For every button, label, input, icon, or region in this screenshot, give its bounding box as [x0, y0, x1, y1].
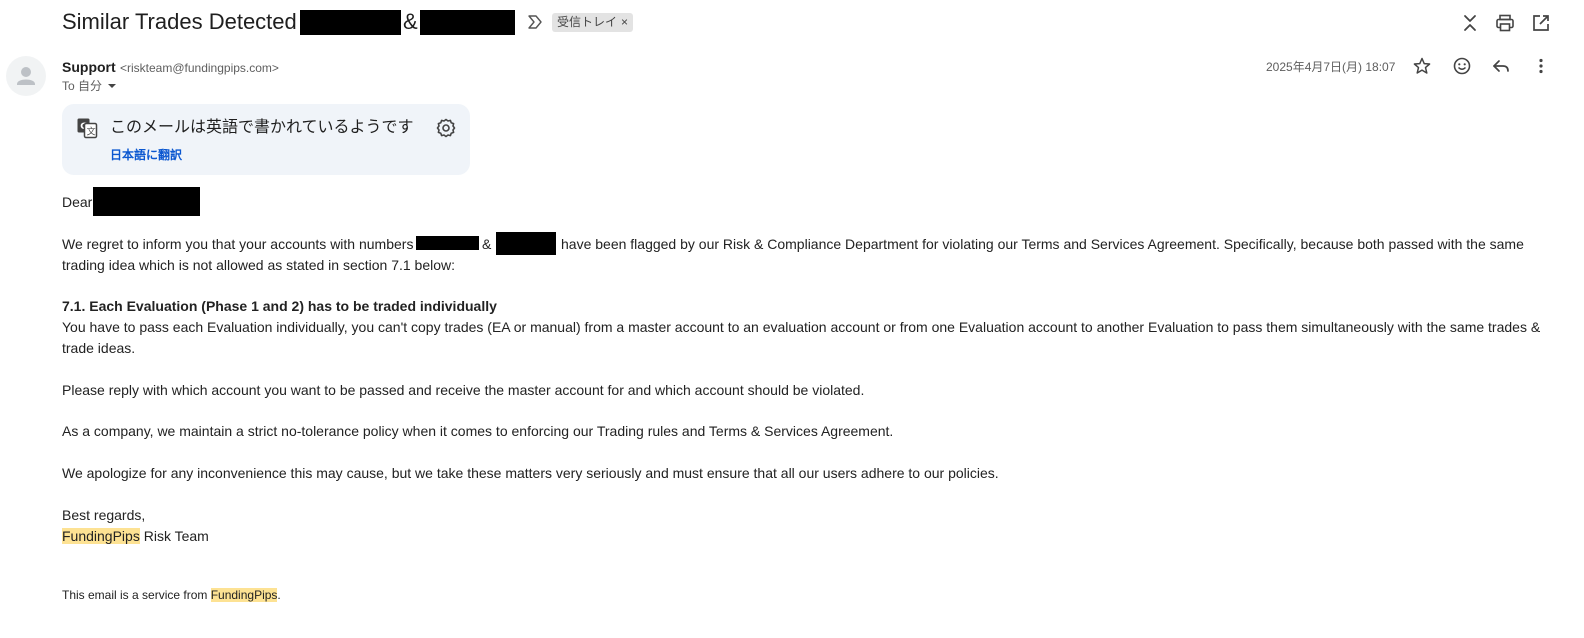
label-arrow-icon	[526, 12, 544, 32]
remove-label-icon[interactable]: ×	[621, 15, 628, 29]
inbox-label-chip[interactable]: 受信トレイ ×	[552, 13, 634, 32]
gear-icon[interactable]	[435, 117, 457, 139]
print-icon[interactable]	[1494, 12, 1516, 34]
redacted-block	[93, 187, 200, 216]
email-subject: Similar Trades Detected	[62, 9, 297, 34]
translate-banner-title: このメールは英語で書かれているようです	[110, 119, 414, 136]
reply-icon[interactable]	[1490, 55, 1512, 77]
footer: This email is a service from FundingPips…	[62, 585, 281, 606]
greeting: Dear	[62, 194, 93, 210]
avatar-person-icon	[17, 67, 35, 85]
subject-ampersand: &	[403, 9, 418, 34]
redacted-block	[300, 10, 401, 35]
signature-team: Risk Team	[139, 528, 209, 544]
paragraph-policy: As a company, we maintain a strict no-to…	[62, 423, 894, 439]
rule-text-b: trade ideas.	[62, 340, 136, 356]
translate-banner	[62, 104, 470, 175]
translate-link[interactable]: 日本語に翻訳	[110, 147, 182, 163]
sender-email: <riskteam@fundingpips.com>	[120, 61, 279, 75]
open-in-new-window-icon[interactable]	[1530, 12, 1552, 34]
footer-text: This email is a service from	[62, 588, 211, 602]
translate-icon: G文	[76, 117, 98, 139]
sender-name[interactable]: Support	[62, 58, 116, 76]
recipient-label: To 自分	[62, 79, 103, 93]
paragraph-intro-c: trading idea which is not allowed as sta…	[62, 257, 456, 273]
paragraph-apology: We apologize for any inconvenience this …	[62, 465, 999, 481]
footer-period: .	[277, 588, 281, 602]
message-date: 2025年4月7日(月) 18:07	[1266, 60, 1396, 74]
inbox-label-text: 受信トレイ	[557, 15, 618, 29]
star-icon[interactable]	[1411, 55, 1433, 77]
closing: Best regards,	[62, 507, 146, 523]
svg-text:文: 文	[87, 126, 96, 138]
signature: FundingPips Risk Team	[62, 526, 209, 547]
recipient-dropdown[interactable]: To 自分	[62, 78, 118, 94]
paragraph-intro-b: have been flagged by our Risk & Complian…	[561, 236, 1524, 252]
more-vert-icon[interactable]	[1530, 55, 1552, 77]
redacted-block	[496, 232, 556, 255]
rule-text-a: You have to pass each Evaluation individ…	[62, 319, 1541, 335]
footer-brand: FundingPips	[210, 588, 278, 602]
rule-heading: 7.1. Each Evaluation (Phase 1 and 2) has…	[62, 298, 497, 314]
redacted-block	[420, 10, 515, 35]
signature-brand: FundingPips	[62, 528, 140, 544]
expand-collapse-icon[interactable]	[1459, 12, 1481, 34]
avatar[interactable]	[6, 56, 46, 96]
emoji-reaction-icon[interactable]	[1451, 55, 1473, 77]
paragraph-intro-a: We regret to inform you that your accoun…	[62, 236, 414, 252]
paragraph-reply-request: Please reply with which account you want…	[62, 382, 865, 398]
redacted-block	[416, 236, 479, 250]
chevron-down-icon	[108, 84, 117, 88]
paragraph-intro-amp: &	[482, 236, 492, 252]
